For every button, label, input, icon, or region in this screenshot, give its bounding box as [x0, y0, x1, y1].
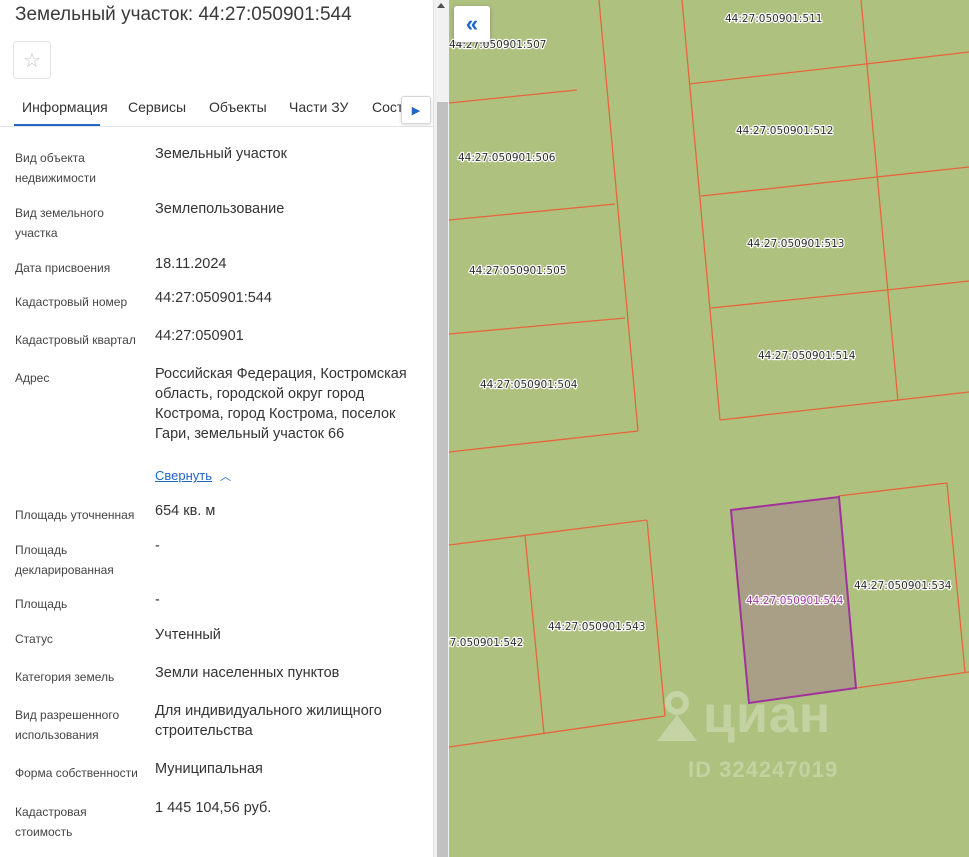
watermark-brand: циан: [703, 686, 832, 744]
field-label: Кадастровый квартал: [15, 333, 136, 347]
field-value: -: [155, 592, 160, 608]
active-tab-indicator: [14, 124, 100, 126]
tab-bar: Информация Сервисы Объекты Части ЗУ Сост…: [0, 96, 433, 127]
plot-label: 44:27:050901:513: [747, 238, 844, 250]
caret-right-icon: ▶: [411, 104, 421, 117]
star-outline-icon: ☆: [23, 49, 41, 72]
plot-label: 44:27:050901:506: [458, 152, 556, 164]
tabs-next-button[interactable]: ▶: [401, 96, 431, 124]
watermark-id: ID 324247019: [688, 757, 839, 782]
plot-label: 44:27:050901:534: [854, 580, 952, 592]
plot-label: 44:27:050901:542: [449, 637, 523, 649]
field-label: Площадь декларированная: [15, 543, 114, 577]
plot-label: 44:27:050901:505: [469, 265, 566, 277]
field-label: Дата присвоения: [15, 261, 111, 275]
plot-label: 44:27:050901:511: [725, 13, 822, 25]
field-value: Для индивидуального жилищного строительс…: [155, 703, 382, 739]
field-value: 18.11.2024: [155, 256, 227, 272]
field-label: Вид земельного участка: [15, 206, 104, 240]
field-label: Статус: [15, 632, 53, 646]
collapse-panel-button[interactable]: «: [454, 6, 490, 42]
field-label: Площадь уточненная: [15, 508, 135, 522]
field-value: Земли населенных пунктов: [155, 665, 340, 681]
info-panel: Земельный участок: 44:27:050901:544 ☆ Ин…: [0, 0, 433, 857]
double-chevron-left-icon: «: [465, 11, 479, 36]
field-label: Адрес: [15, 371, 50, 385]
tab-services[interactable]: Сервисы: [128, 99, 186, 115]
field-value: Муниципальная: [155, 761, 263, 777]
selected-plot-label: 44:27:050901:544: [746, 595, 844, 607]
field-label: Вид разрешенного использования: [15, 708, 120, 742]
page-title: Земельный участок: 44:27:050901:544: [15, 4, 352, 25]
field-value: Землепользование: [155, 201, 285, 217]
collapse-label: Свернуть: [155, 468, 213, 483]
field-value: 44:27:050901: [155, 328, 244, 344]
scroll-up-arrow-icon[interactable]: [437, 3, 445, 8]
scrollbar-thumb[interactable]: [437, 102, 448, 857]
panel-scrollbar[interactable]: [433, 0, 450, 857]
field-label: Категория земель: [15, 670, 115, 684]
field-label: Кадастровый номер: [15, 295, 128, 309]
chevron-up-icon: ︿: [220, 471, 232, 483]
favorite-button[interactable]: ☆: [13, 41, 51, 79]
tab-parts[interactable]: Части ЗУ: [289, 99, 348, 115]
field-value: 1 445 104,56 руб.: [155, 800, 272, 816]
tab-objects[interactable]: Объекты: [209, 99, 267, 115]
field-value: 44:27:050901:544: [155, 290, 272, 306]
plot-label: 44:27:050901:504: [480, 379, 578, 391]
field-value: Земельный участок: [155, 146, 287, 162]
field-value: -: [155, 538, 160, 554]
field-value: 654 кв. м: [155, 503, 216, 519]
tab-information[interactable]: Информация: [22, 99, 108, 115]
plot-label: 44:27:050901:543: [548, 621, 645, 633]
plot-label: 44:27:050901:512: [736, 125, 833, 137]
collapse-link[interactable]: Свернуть ︿: [155, 468, 231, 484]
field-value: Российская Федерация, Костромская област…: [155, 366, 407, 442]
field-label: Вид объекта недвижимости: [15, 151, 96, 185]
field-label: Площадь: [15, 597, 68, 611]
field-label: Кадастровая стоимость: [15, 805, 87, 839]
field-label: Форма собственности: [15, 766, 138, 780]
plot-label: 44:27:050901:514: [758, 350, 856, 362]
cian-logo-icon: [657, 691, 697, 741]
field-value: Учтенный: [155, 627, 221, 643]
